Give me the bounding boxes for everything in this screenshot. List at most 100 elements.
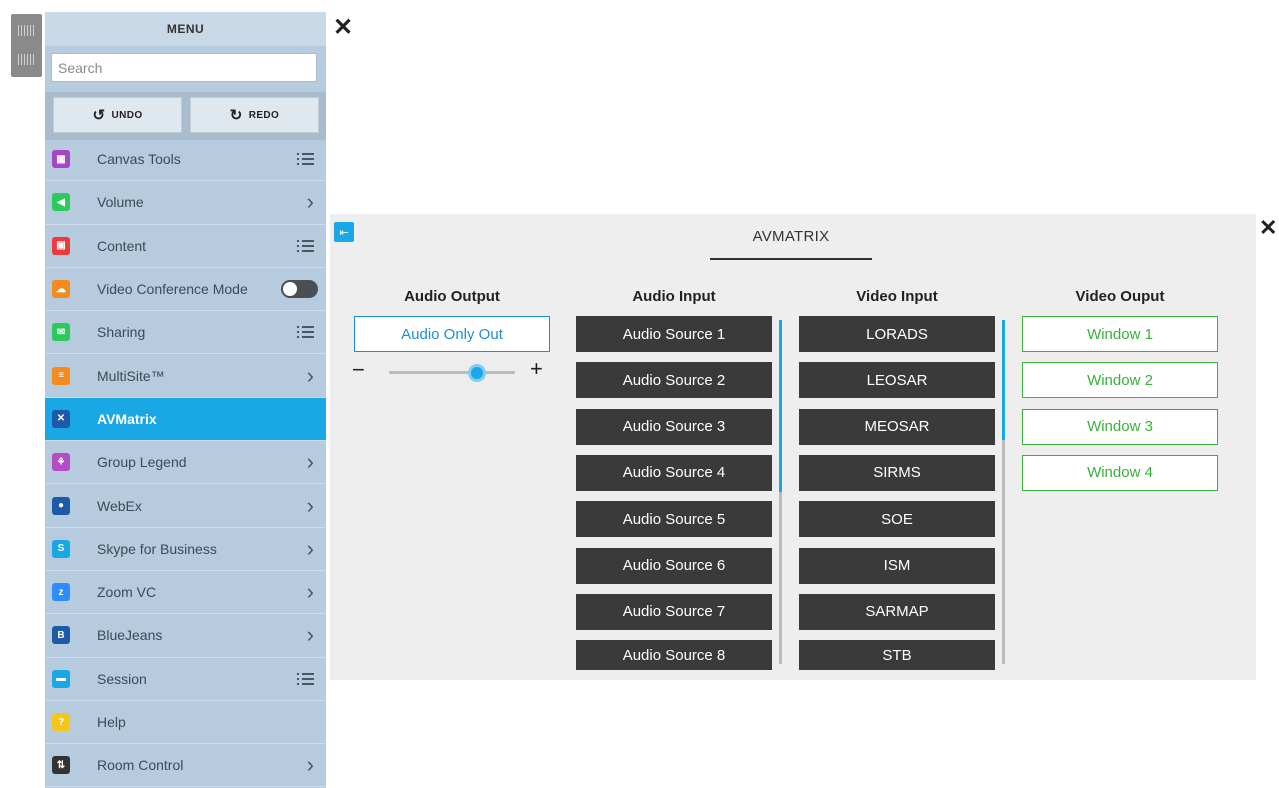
menu-item-multisite[interactable]: ≡ MultiSite™ › <box>45 354 326 398</box>
menu-item-label: MultiSite™ <box>97 367 165 384</box>
video-input-button[interactable]: MEOSAR <box>799 408 995 445</box>
video-input-scrollbar[interactable] <box>1002 320 1005 664</box>
content-icon: ▣ <box>52 236 70 255</box>
zoom-icon: z <box>52 583 70 602</box>
video-input-button[interactable]: ISM <box>799 547 995 584</box>
video-output-window-button[interactable]: Window 3 <box>1022 408 1218 445</box>
menu-item-webex[interactable]: ● WebEx › <box>45 484 326 528</box>
video-input-button[interactable]: SOE <box>799 501 995 538</box>
avmatrix-close-icon[interactable]: ✕ <box>1259 217 1277 239</box>
chevron-right-icon: › <box>306 752 314 778</box>
skype-icon: S <box>52 539 70 558</box>
menu-item-label: Group Legend <box>97 454 187 471</box>
video-input-button[interactable]: LORADS <box>799 316 995 352</box>
audio-input-header: Audio Input <box>632 288 716 305</box>
menu-item-avmatrix[interactable]: ✕ AVMatrix <box>45 397 326 442</box>
menu-close-icon[interactable]: ✕ <box>333 16 353 40</box>
group-legend-icon: ⚘ <box>52 453 70 472</box>
menu-item-label: Room Control <box>97 757 184 774</box>
menu-item-label: Canvas Tools <box>97 151 181 168</box>
panel-title: AVMATRIX <box>752 228 830 245</box>
menu-item-canvas-tools[interactable]: ▦ Canvas Tools <box>45 138 326 182</box>
video-output-window-button[interactable]: Window 2 <box>1022 362 1218 399</box>
chevron-right-icon: › <box>306 492 314 518</box>
video-output-window-button[interactable]: Window 4 <box>1022 454 1218 491</box>
menu-item-label: BlueJeans <box>97 627 163 644</box>
chevron-right-icon: › <box>306 449 314 475</box>
menu-item-label: Content <box>97 237 147 254</box>
video-input-button[interactable]: LEOSAR <box>799 362 995 399</box>
redo-icon: ↻ <box>229 107 243 124</box>
chevron-right-icon: › <box>306 189 314 215</box>
menu-item-label: Zoom VC <box>97 584 157 601</box>
audio-source-button[interactable]: Audio Source 3 <box>576 408 772 445</box>
menu-item-zoom-vc[interactable]: z Zoom VC › <box>45 571 326 615</box>
menu-item-volume[interactable]: ◀ Volume › <box>45 181 326 225</box>
audio-output-select[interactable]: Audio Only Out <box>354 316 550 352</box>
menu-item-content[interactable]: ▣ Content <box>45 225 326 268</box>
volume-slider-handle[interactable] <box>468 364 486 382</box>
menu-item-label: Skype for Business <box>97 540 217 557</box>
menu-drag-handle[interactable] <box>11 14 42 77</box>
menu-item-skype-for-business[interactable]: S Skype for Business › <box>45 528 326 571</box>
undo-icon: ↺ <box>92 107 106 124</box>
list-icon[interactable] <box>297 239 314 253</box>
sharing-icon: ✉ <box>52 323 70 342</box>
audio-source-button[interactable]: Audio Source 4 <box>576 454 772 491</box>
multisite-icon: ≡ <box>52 366 70 385</box>
audio-scroll-thumb[interactable] <box>779 320 782 492</box>
video-input-button[interactable]: STB <box>799 640 995 671</box>
audio-source-button[interactable]: Audio Source 7 <box>576 593 772 630</box>
menu-item-label: AVMatrix <box>97 410 157 427</box>
video-output-window-button[interactable]: Window 1 <box>1022 316 1218 352</box>
video-conference-icon: ☁ <box>52 280 70 299</box>
undo-redo-bar: ↺ UNDO ↻ REDO <box>45 92 326 140</box>
menu-item-help[interactable]: ? Help <box>45 701 326 745</box>
audio-source-button[interactable]: Audio Source 2 <box>576 362 772 399</box>
search-input[interactable] <box>51 53 317 82</box>
video-input-button[interactable]: SIRMS <box>799 454 995 491</box>
avmatrix-panel: ⇤ AVMATRIX Audio Output Audio Input Vide… <box>330 214 1256 680</box>
redo-button[interactable]: ↻ REDO <box>190 97 319 133</box>
volume-up-icon[interactable]: + <box>530 356 543 382</box>
exit-panel-icon[interactable]: ⇤ <box>334 222 354 242</box>
video-conference-toggle[interactable] <box>281 280 318 299</box>
audio-output-header: Audio Output <box>404 288 500 305</box>
menu-item-video-conference-mode[interactable]: ☁ Video Conference Mode <box>45 268 326 312</box>
volume-down-icon[interactable]: − <box>352 357 365 383</box>
video-input-button[interactable]: SARMAP <box>799 593 995 630</box>
menu-item-label: Help <box>97 714 126 730</box>
audio-input-scrollbar[interactable] <box>779 320 782 664</box>
volume-slider-track[interactable] <box>389 371 515 374</box>
audio-source-button[interactable]: Audio Source 6 <box>576 547 772 584</box>
video-input-header: Video Input <box>856 288 938 305</box>
list-icon[interactable] <box>297 152 314 166</box>
volume-icon: ◀ <box>52 193 70 212</box>
menu-item-label: WebEx <box>97 497 142 514</box>
chevron-right-icon: › <box>306 579 314 605</box>
list-icon[interactable] <box>297 672 314 686</box>
title-underline <box>710 258 872 260</box>
grip-icon <box>18 25 35 65</box>
audio-source-button[interactable]: Audio Source 8 <box>576 640 772 671</box>
audio-source-button[interactable]: Audio Source 1 <box>576 316 772 352</box>
webex-icon: ● <box>52 496 70 515</box>
redo-label: REDO <box>248 109 280 121</box>
menu-item-session[interactable]: ▬ Session <box>45 658 326 701</box>
menu-item-label: Sharing <box>97 324 146 341</box>
audio-source-button[interactable]: Audio Source 5 <box>576 501 772 538</box>
undo-button[interactable]: ↺ UNDO <box>53 97 182 133</box>
chevron-right-icon: › <box>306 535 314 561</box>
menu-item-bluejeans[interactable]: B BlueJeans › <box>45 614 326 658</box>
menu-item-label: Video Conference Mode <box>97 281 248 298</box>
menu-item-sharing[interactable]: ✉ Sharing <box>45 311 326 355</box>
list-icon[interactable] <box>297 325 314 339</box>
menu-item-label: Volume <box>97 194 144 211</box>
video-output-header: Video Ouput <box>1075 288 1165 305</box>
chevron-right-icon: › <box>306 622 314 648</box>
menu-list: ▦ Canvas Tools ◀ Volume › ▣ Content ☁ Video Conf… <box>45 138 326 788</box>
menu-item-group-legend[interactable]: ⚘ Group Legend › <box>45 441 326 485</box>
video-scroll-thumb[interactable] <box>1002 320 1005 440</box>
menu-item-room-control[interactable]: ⇅ Room Control › <box>45 744 326 788</box>
menu-title: MENU <box>45 12 326 46</box>
